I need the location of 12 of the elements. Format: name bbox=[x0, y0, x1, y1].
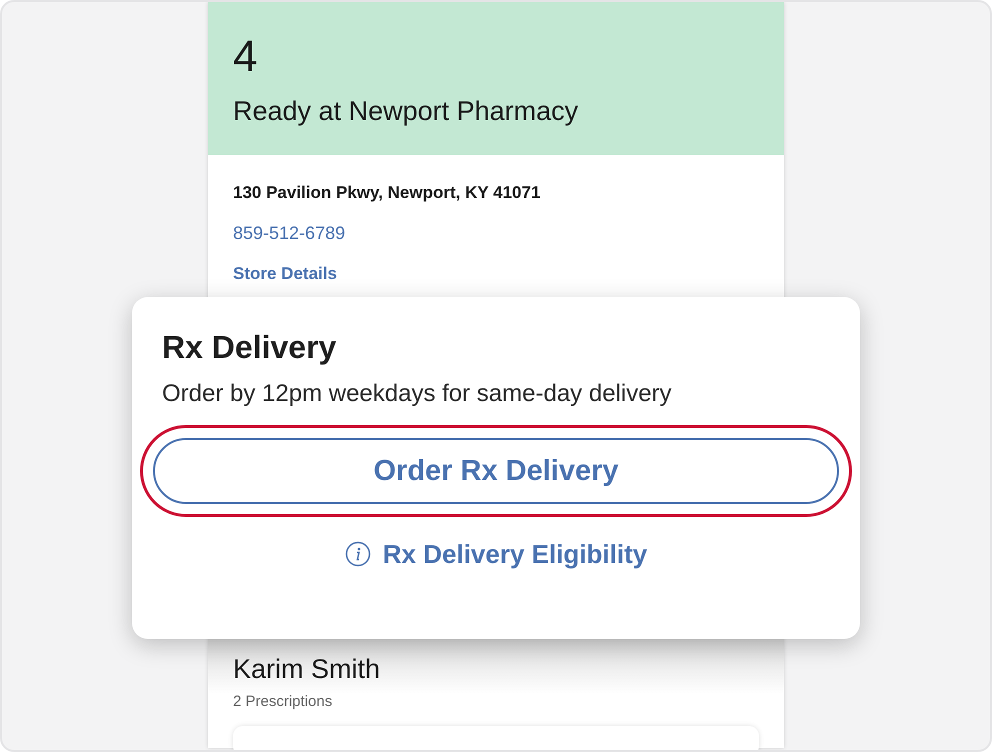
status-title: Ready at Newport Pharmacy bbox=[233, 95, 580, 128]
phone-link[interactable]: 859-512-6789 bbox=[233, 221, 346, 245]
ready-count: 4 bbox=[233, 32, 258, 82]
popup-title: Rx Delivery bbox=[161, 328, 338, 367]
eligibility-link[interactable]: Rx Delivery Eligibility bbox=[344, 537, 648, 571]
prescription-count: 2 Prescriptions bbox=[233, 692, 334, 712]
order-delivery-button[interactable]: Order Rx Delivery bbox=[153, 438, 839, 504]
store-address: 130 Pavilion Pkwy, Newport, KY 41071 bbox=[233, 182, 540, 204]
info-icon bbox=[344, 541, 371, 567]
patient-name: Karim Smith bbox=[233, 653, 382, 686]
popup-subtitle: Order by 12pm weekdays for same-day delivery bbox=[161, 379, 673, 409]
store-details-link[interactable]: Store Details bbox=[233, 262, 337, 286]
